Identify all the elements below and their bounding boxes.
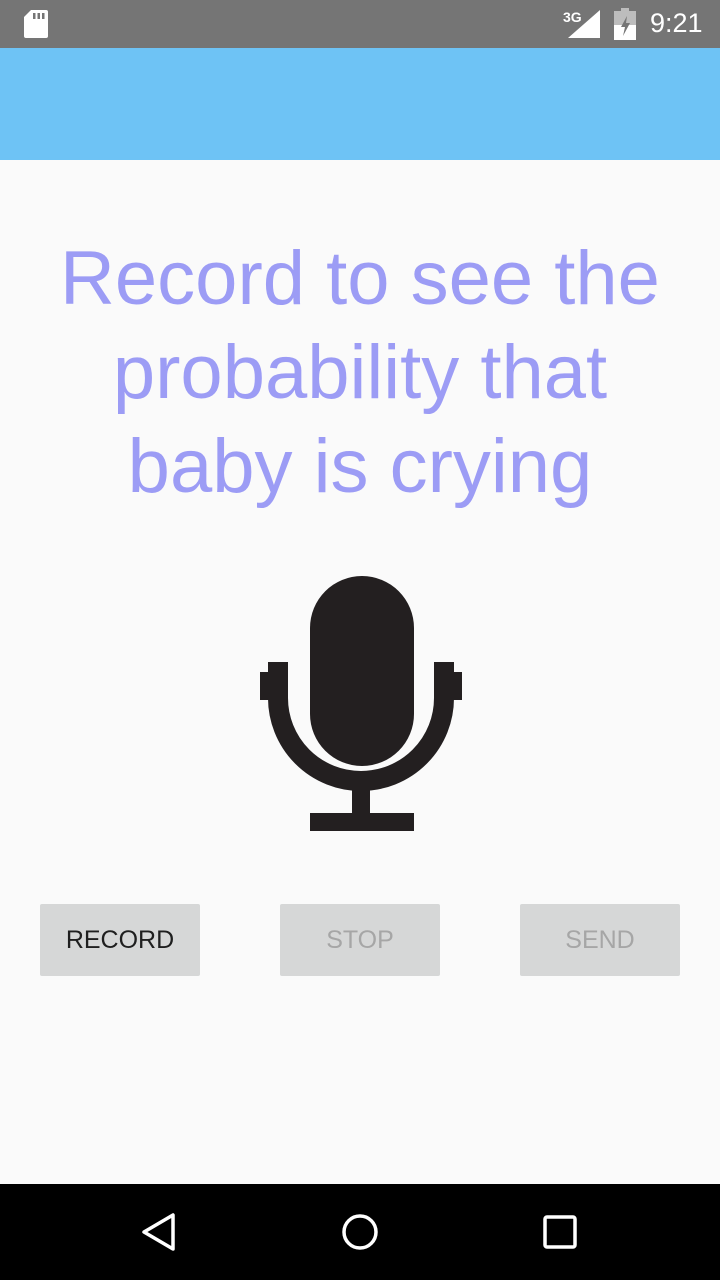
- send-button[interactable]: SEND: [520, 904, 680, 976]
- stop-button[interactable]: STOP: [280, 904, 440, 976]
- clock: 9:21: [650, 8, 703, 38]
- sd-card-icon: [24, 10, 48, 38]
- signal-icon: [568, 10, 600, 38]
- status-bar: 3G 9:21: [0, 0, 720, 48]
- app-bar: [0, 48, 720, 160]
- battery-icon: [614, 8, 636, 40]
- record-button[interactable]: RECORD: [40, 904, 200, 976]
- home-circle-icon[interactable]: [340, 1212, 380, 1252]
- microphone-icon: [260, 576, 462, 831]
- page-title: Record to see the probability that baby …: [60, 236, 660, 509]
- recents-square-icon[interactable]: [540, 1212, 580, 1252]
- back-triangle-icon[interactable]: [140, 1212, 180, 1252]
- main-content: Record to see the probability that baby …: [0, 160, 720, 1184]
- navigation-bar: [0, 1184, 720, 1280]
